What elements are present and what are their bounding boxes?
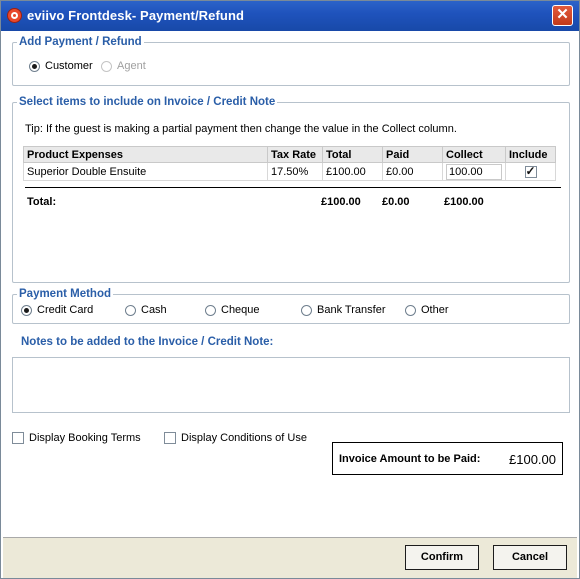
radio-unselected-icon (125, 304, 136, 316)
radio-unselected-icon (205, 304, 216, 316)
window-title: eviivo Frontdesk- Payment/Refund (27, 8, 245, 23)
table-header-row: Product Expenses Tax Rate Total Paid Col… (23, 146, 556, 163)
invoice-amount-box: Invoice Amount to be Paid: £100.00 (332, 442, 563, 475)
checkbox-empty-icon (164, 432, 176, 444)
totals-paid: £0.00 (382, 196, 410, 208)
agent-radio: Agent (101, 60, 146, 72)
payment-refund-window: eviivo Frontdesk- Payment/Refund ✕ Add P… (0, 0, 580, 579)
dialog-footer: Confirm Cancel (3, 537, 577, 578)
totals-label: Total: (27, 196, 57, 208)
cash-radio[interactable]: Cash (125, 304, 167, 316)
tip-text: Tip: If the guest is making a partial pa… (25, 123, 457, 135)
other-radio[interactable]: Other (405, 304, 449, 316)
other-label: Other (421, 304, 449, 316)
add-payment-legend: Add Payment / Refund (19, 36, 142, 48)
totals-divider (25, 187, 561, 188)
display-conditions-label: Display Conditions of Use (181, 432, 307, 444)
radio-unselected-icon (101, 60, 112, 72)
invoice-amount-label: Invoice Amount to be Paid: (339, 453, 481, 465)
add-payment-group: Add Payment / Refund (12, 36, 570, 86)
cash-label: Cash (141, 304, 167, 316)
table-row: Superior Double Ensuite 17.50% £100.00 £… (23, 162, 556, 181)
notes-textarea[interactable] (12, 357, 570, 413)
radio-selected-icon (29, 60, 40, 72)
cancel-button[interactable]: Cancel (493, 545, 567, 570)
close-button[interactable]: ✕ (552, 5, 573, 26)
column-header-total: Total (322, 146, 383, 163)
paid-cell: £0.00 (382, 162, 443, 181)
collect-input[interactable] (446, 163, 502, 180)
checkbox-empty-icon (12, 432, 24, 444)
bank-transfer-radio[interactable]: Bank Transfer (301, 304, 385, 316)
bank-transfer-label: Bank Transfer (317, 304, 386, 316)
payment-method-legend: Payment Method (19, 288, 112, 300)
total-cell: £100.00 (322, 162, 383, 181)
collect-cell (442, 162, 506, 181)
cheque-label: Cheque (221, 304, 260, 316)
payment-method-group: Payment Method (12, 288, 570, 324)
tax-rate-cell: 17.50% (267, 162, 323, 181)
column-header-paid: Paid (382, 146, 443, 163)
agent-label: Agent (117, 60, 146, 72)
confirm-button[interactable]: Confirm (405, 545, 479, 570)
items-legend: Select items to include on Invoice / Cre… (19, 96, 276, 108)
invoice-amount-value: £100.00 (509, 452, 556, 467)
totals-total: £100.00 (321, 196, 361, 208)
display-conditions-checkbox[interactable]: Display Conditions of Use (164, 432, 307, 444)
notes-label: Notes to be added to the Invoice / Credi… (21, 336, 274, 348)
totals-collect: £100.00 (444, 196, 484, 208)
radio-unselected-icon (301, 304, 312, 316)
radio-selected-icon (21, 304, 32, 316)
items-table: Product Expenses Tax Rate Total Paid Col… (23, 146, 556, 181)
customer-radio[interactable]: Customer (29, 60, 93, 72)
cheque-radio[interactable]: Cheque (205, 304, 260, 316)
column-header-product: Product Expenses (23, 146, 268, 163)
title-bar[interactable]: eviivo Frontdesk- Payment/Refund ✕ (1, 1, 579, 31)
radio-unselected-icon (405, 304, 416, 316)
column-header-include: Include (505, 146, 556, 163)
eviivo-logo-icon (7, 8, 22, 23)
display-booking-terms-label: Display Booking Terms (29, 432, 141, 444)
column-header-collect: Collect (442, 146, 506, 163)
include-checkbox[interactable] (524, 164, 537, 178)
credit-card-radio[interactable]: Credit Card (21, 304, 93, 316)
display-booking-terms-checkbox[interactable]: Display Booking Terms (12, 432, 141, 444)
credit-card-label: Credit Card (37, 304, 94, 316)
include-cell (505, 162, 556, 181)
customer-label: Customer (45, 60, 93, 72)
product-cell: Superior Double Ensuite (23, 162, 268, 181)
column-header-tax-rate: Tax Rate (267, 146, 323, 163)
